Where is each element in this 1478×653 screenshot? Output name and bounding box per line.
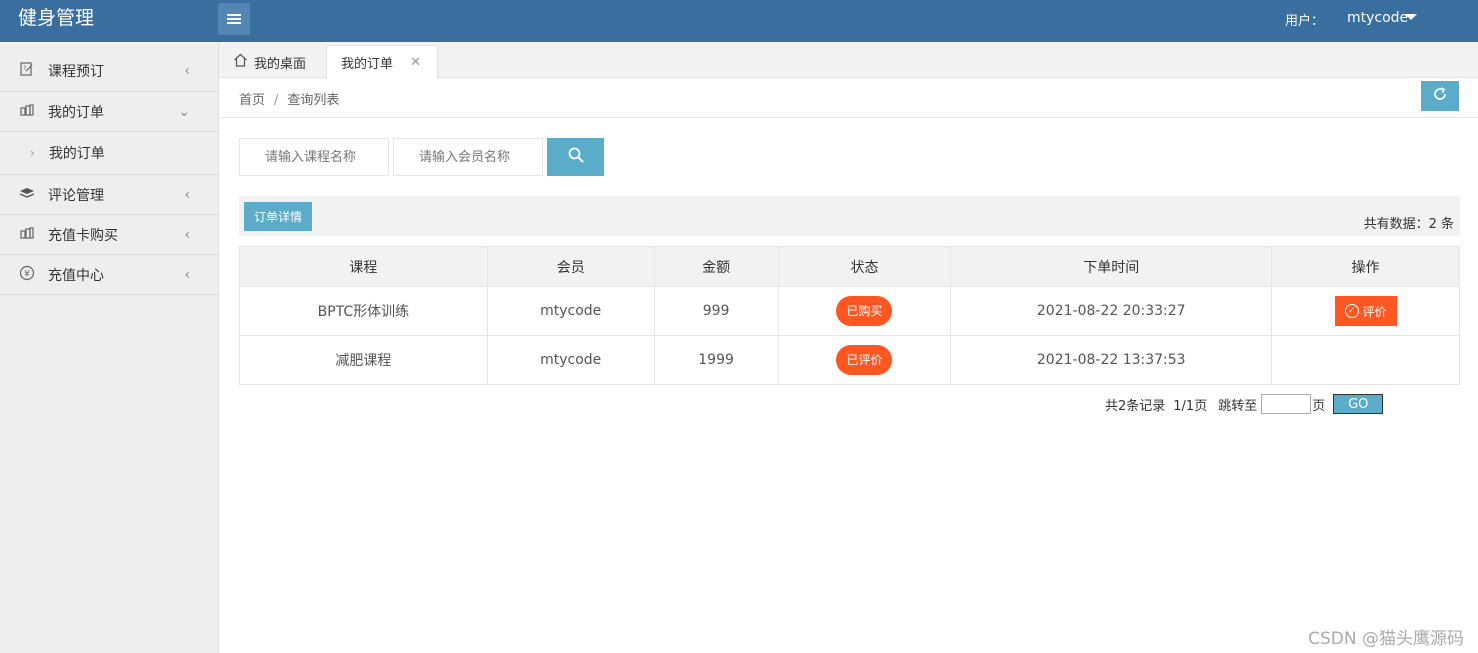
- svg-text:¥: ¥: [24, 269, 30, 279]
- user-label: 用户：: [1285, 14, 1325, 29]
- record-count: 共2条记录: [1105, 398, 1166, 414]
- edit-icon: ?: [18, 61, 36, 80]
- sidebar: ? 课程预订 ‹ 我的订单 ⌄ › 我的订单 评论管理 ‹ 充值卡购买 ‹ ¥ …: [0, 42, 219, 653]
- cell-course: BPTC形体训练: [239, 286, 488, 336]
- cell-status: 已购买: [777, 286, 952, 336]
- column-header-order-time: 下单时间: [950, 246, 1273, 287]
- sidebar-item-label: 充值中心: [48, 267, 104, 284]
- close-icon[interactable]: ✕: [410, 55, 421, 70]
- cell-amount: 999: [653, 286, 779, 336]
- breadcrumb-home[interactable]: 首页: [239, 93, 265, 108]
- cell-order-time: 2021-08-22 13:37:53: [950, 335, 1273, 385]
- tab-bar: 我的桌面 我的订单 ✕: [219, 42, 1478, 79]
- breadcrumb: 首页 / 查询列表: [239, 89, 339, 108]
- cell-course: 减肥课程: [239, 335, 488, 385]
- chevron-left-icon: ‹: [184, 226, 190, 243]
- status-badge: 已评价: [836, 345, 893, 375]
- tab-my-orders[interactable]: 我的订单 ✕: [326, 45, 438, 79]
- breadcrumb-bar: 首页 / 查询列表: [219, 78, 1478, 118]
- tab-desktop[interactable]: 我的桌面: [233, 45, 306, 79]
- refresh-icon: [1432, 86, 1448, 107]
- chevron-down-icon: ⌄: [178, 103, 190, 120]
- column-header-action: 操作: [1271, 246, 1460, 287]
- refresh-button[interactable]: [1421, 81, 1459, 111]
- orders-icon: [18, 103, 36, 120]
- card-icon: [18, 226, 36, 243]
- cell-status: 已评价: [777, 335, 952, 385]
- sidebar-item-label: 课程预订: [48, 63, 104, 80]
- course-name-input[interactable]: [239, 138, 389, 176]
- column-header-status: 状态: [777, 246, 952, 287]
- sidebar-item-comment-management[interactable]: 评论管理 ‹: [0, 175, 218, 215]
- home-icon: [233, 53, 248, 71]
- column-header-member: 会员: [486, 246, 655, 287]
- chevron-left-icon: ‹: [184, 266, 190, 283]
- column-header-course: 课程: [239, 246, 488, 287]
- table-row: 减肥课程 mtycode 1999 已评价 2021-08-22 13:37:5…: [239, 335, 1460, 385]
- go-button[interactable]: GO: [1333, 394, 1384, 414]
- cell-member: mtycode: [486, 335, 655, 385]
- sidebar-item-recharge-center[interactable]: ¥ 充值中心 ‹: [0, 255, 218, 295]
- table-row: BPTC形体训练 mtycode 999 已购买 2021-08-22 20:3…: [239, 286, 1460, 336]
- tab-label: 我的桌面: [254, 56, 307, 72]
- sidebar-item-label: 我的订单: [48, 104, 104, 121]
- menu-toggle-button[interactable]: [218, 3, 250, 35]
- cell-action: [1271, 335, 1460, 385]
- search-button[interactable]: [547, 138, 604, 176]
- svg-text:?: ?: [23, 65, 26, 72]
- tab-label: 我的订单: [341, 57, 394, 72]
- app-title: 健身管理: [18, 7, 95, 29]
- sidebar-item-card-purchase[interactable]: 充值卡购买 ‹: [0, 215, 218, 255]
- jump-label: 跳转至: [1218, 398, 1258, 414]
- page-unit-label: 页: [1312, 398, 1326, 414]
- sidebar-item-my-orders[interactable]: 我的订单 ⌄: [0, 92, 218, 132]
- sidebar-item-course-booking[interactable]: ? 课程预订 ‹: [0, 42, 218, 92]
- pagination: 共2条记录 1/1页 跳转至 页 GO: [1105, 394, 1384, 414]
- sidebar-item-label: 充值卡购买: [48, 227, 118, 244]
- cell-member: mtycode: [486, 286, 655, 336]
- check-circle-icon: ✓: [1344, 304, 1359, 318]
- cell-order-time: 2021-08-22 20:33:27: [950, 286, 1273, 336]
- user-menu[interactable]: mtycode: [1347, 10, 1408, 26]
- chevron-left-icon: ‹: [184, 186, 190, 203]
- top-header: 健身管理 用户： mtycode: [0, 0, 1478, 42]
- cell-amount: 1999: [653, 335, 779, 385]
- status-badge: 已购买: [836, 296, 893, 326]
- watermark: CSDN @猫头鹰源码: [1308, 629, 1464, 649]
- page-count: 1/1页: [1173, 398, 1208, 414]
- sidebar-item-label: 评论管理: [48, 187, 104, 204]
- sidebar-subitem-my-orders[interactable]: › 我的订单: [0, 132, 218, 175]
- page-number-input[interactable]: [1261, 394, 1312, 414]
- rate-button-label: 评价: [1362, 304, 1387, 319]
- breadcrumb-current: 查询列表: [287, 93, 340, 108]
- sidebar-subitem-label: 我的订单: [48, 146, 105, 162]
- layers-icon: [18, 187, 36, 203]
- caret-down-icon[interactable]: [1405, 14, 1417, 20]
- table-toolbar: 订单详情 共有数据：2 条: [239, 196, 1460, 236]
- column-header-amount: 金额: [653, 246, 779, 287]
- member-name-input[interactable]: [393, 138, 543, 176]
- yen-icon: ¥: [18, 265, 36, 285]
- chevron-right-icon: ›: [30, 146, 35, 160]
- total-count: 共有数据：2 条: [1363, 217, 1454, 232]
- orders-table: 课程 会员 金额 状态 下单时间 操作 BPTC形体训练 mtycode 999…: [239, 246, 1460, 385]
- cell-action: ✓ 评价: [1271, 286, 1460, 336]
- table-header-row: 课程 会员 金额 状态 下单时间 操作: [239, 246, 1460, 287]
- order-detail-button[interactable]: 订单详情: [244, 202, 312, 231]
- hamburger-icon: [227, 14, 241, 24]
- chevron-left-icon: ‹: [184, 62, 190, 79]
- search-icon: [567, 146, 585, 168]
- rate-button[interactable]: ✓ 评价: [1334, 296, 1397, 326]
- breadcrumb-separator: /: [274, 93, 279, 108]
